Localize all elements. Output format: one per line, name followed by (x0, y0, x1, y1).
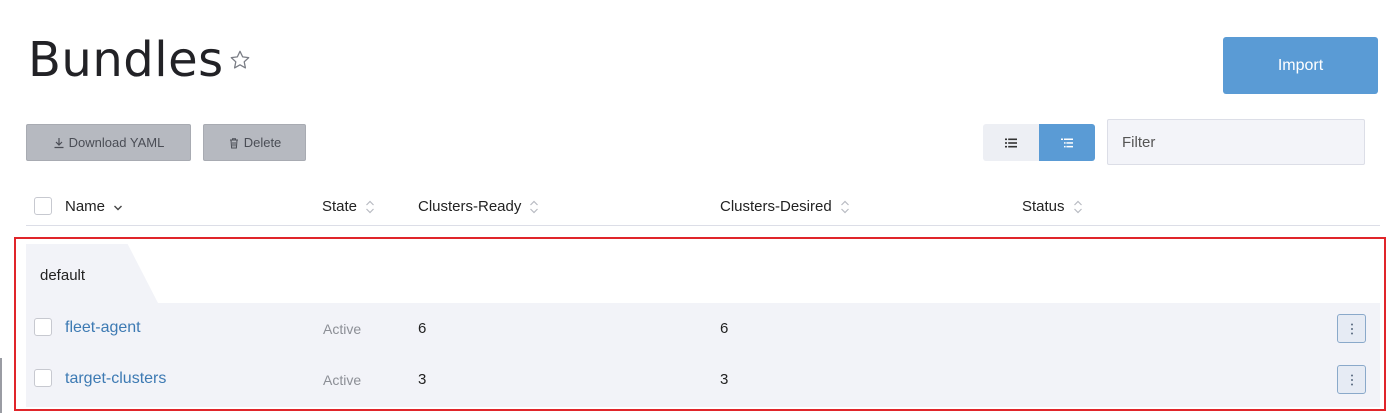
download-yaml-button[interactable]: Download YAML (26, 124, 191, 161)
column-header-clusters-ready[interactable]: Clusters-Ready (418, 198, 539, 215)
delete-label: Delete (243, 135, 282, 150)
sort-icon (1073, 200, 1082, 213)
column-header-status[interactable]: Status (1022, 198, 1083, 215)
column-name-label: Name (65, 198, 106, 215)
download-yaml-label: Download YAML (68, 135, 165, 150)
filter-input[interactable] (1107, 119, 1365, 165)
download-icon (54, 137, 64, 148)
sort-icon (366, 200, 374, 213)
view-toggle (983, 124, 1095, 161)
list-icon (1005, 138, 1017, 147)
favorite-star-icon[interactable] (229, 49, 251, 71)
highlight-annotation (14, 237, 1386, 411)
sort-icon (840, 200, 849, 213)
sort-icon (530, 200, 539, 213)
column-clusters-ready-label: Clusters-Ready (418, 198, 522, 215)
window-edge (0, 358, 2, 413)
import-button[interactable]: Import (1223, 37, 1378, 94)
column-header-state[interactable]: State (322, 198, 375, 215)
grouped-view-button[interactable] (1039, 124, 1095, 161)
flat-list-view-button[interactable] (983, 124, 1039, 161)
page-title: Bundles (28, 32, 224, 88)
select-all-checkbox[interactable] (34, 197, 52, 215)
column-header-name[interactable]: Name (65, 198, 123, 215)
grouped-list-icon (1061, 138, 1073, 147)
column-clusters-desired-label: Clusters-Desired (720, 198, 832, 215)
delete-button[interactable]: Delete (203, 124, 306, 161)
sort-desc-icon (114, 205, 123, 210)
column-state-label: State (322, 198, 358, 215)
header-divider (26, 225, 1380, 226)
column-header-clusters-desired[interactable]: Clusters-Desired (720, 198, 850, 215)
column-status-label: Status (1022, 198, 1065, 215)
trash-icon (229, 137, 238, 148)
